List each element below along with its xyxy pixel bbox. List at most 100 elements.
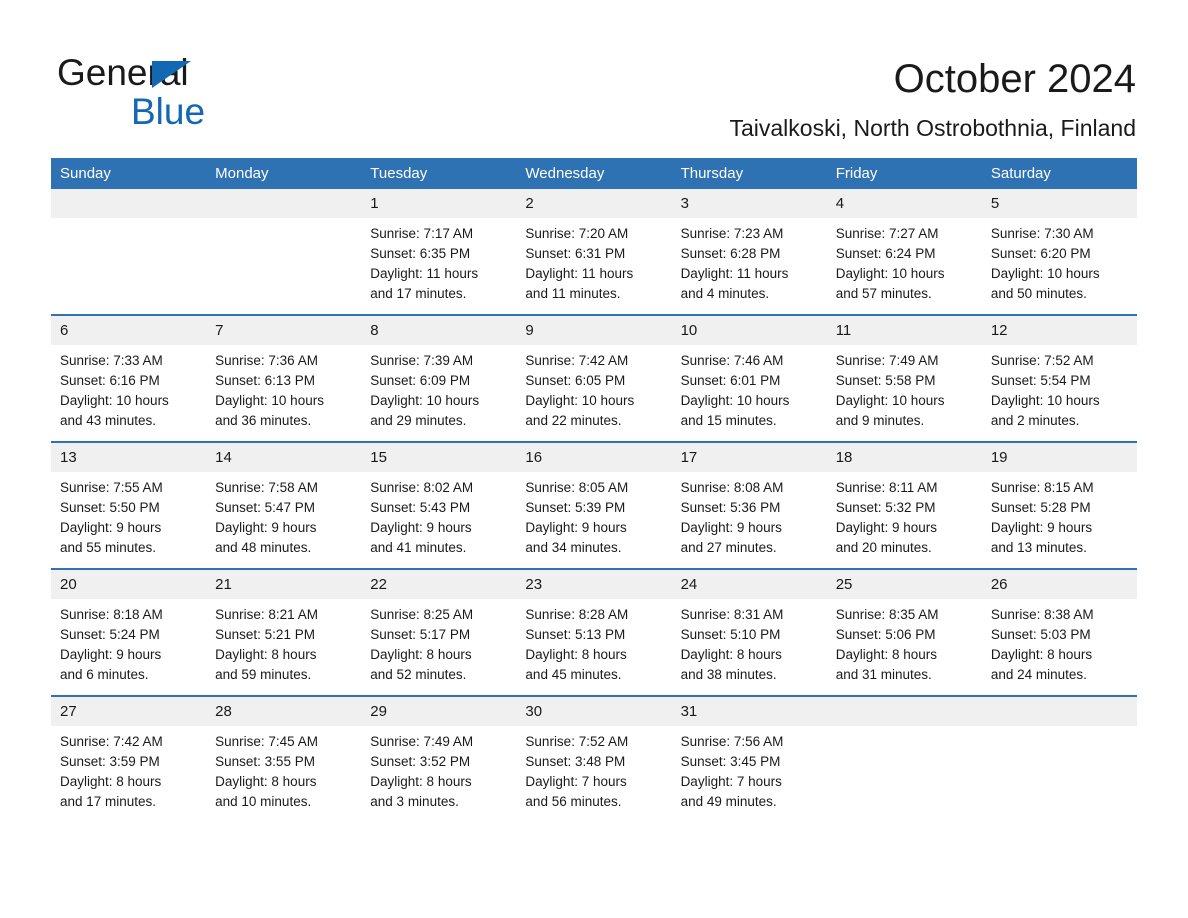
calendar-day-cell[interactable]: 29 Sunrise: 7:49 AM Sunset: 3:52 PM Dayligh…	[361, 695, 517, 822]
day-number: 18	[826, 443, 982, 472]
day-info-line: Daylight: 11 hours	[370, 266, 479, 281]
calendar-day-cell[interactable]: 1 Sunrise: 7:17 AM Sunset: 6:35 PM Daylight…	[361, 189, 517, 315]
day-number: 1	[361, 189, 517, 218]
day-info-line: Sunrise: 7:52 AM	[525, 734, 629, 749]
day-info-line: and 59 minutes.	[215, 667, 312, 682]
day-info-line: Sunrise: 7:36 AM	[215, 353, 318, 368]
day-info-line: Daylight: 9 hours	[60, 520, 162, 535]
day-info-line: and 31 minutes.	[835, 667, 932, 682]
calendar-day-cell[interactable]: 27 Sunrise: 7:42 AM Sunset: 3:59 PM Dayligh…	[51, 695, 207, 822]
calendar-day-cell[interactable]: 28 Sunrise: 7:45 AM Sunset: 3:55 PM Dayligh…	[206, 695, 362, 822]
day-number: 7	[206, 316, 362, 345]
day-info-line: and 6 minutes.	[60, 667, 149, 682]
calendar-day-cell[interactable]: 25 Sunrise: 8:35 AM Sunset: 5:06 PM Dayligh…	[826, 568, 982, 696]
calendar-day-cell[interactable]: 2 Sunrise: 7:20 AM Sunset: 6:31 PM Daylight…	[516, 189, 672, 315]
day-info-line: Sunset: 6:31 PM	[525, 246, 626, 261]
page-subtitle: Taivalkoski, North Ostrobothnia, Finland	[729, 115, 1136, 141]
day-info-line: Daylight: 8 hours	[835, 647, 938, 662]
logo-top-row: General	[57, 52, 357, 94]
day-info-line: Sunrise: 8:28 AM	[525, 607, 629, 622]
day-info-line: Daylight: 10 hours	[370, 393, 480, 408]
calendar-day-cell[interactable]: 6 Sunrise: 7:33 AM Sunset: 6:16 PM Daylight…	[51, 314, 207, 442]
day-sun-info: Sunrise: 7:45 AM Sunset: 3:55 PM Daylight:…	[206, 726, 361, 822]
calendar-day-cell[interactable]: 3 Sunrise: 7:23 AM Sunset: 6:28 PM Daylight…	[671, 189, 827, 315]
day-number: 13	[51, 443, 207, 472]
calendar-day-cell[interactable]: 8 Sunrise: 7:39 AM Sunset: 6:09 PM Daylight…	[361, 314, 517, 442]
calendar-day-cell[interactable]: 5 Sunrise: 7:30 AM Sunset: 6:20 PM Daylight…	[981, 189, 1137, 315]
calendar-week-row: 13 Sunrise: 7:55 AM Sunset: 5:50 PM Dayligh…	[51, 441, 1137, 569]
day-number: 21	[206, 570, 362, 599]
calendar-day-cell[interactable]: 15 Sunrise: 8:02 AM Sunset: 5:43 PM Dayligh…	[361, 441, 517, 569]
day-info-line: and 34 minutes.	[525, 540, 622, 555]
day-number: 31	[671, 697, 827, 726]
calendar-day-cell[interactable]: 20 Sunrise: 8:18 AM Sunset: 5:24 PM Dayligh…	[51, 568, 207, 696]
calendar-day-cell[interactable]: 16 Sunrise: 8:05 AM Sunset: 5:39 PM Dayligh…	[516, 441, 672, 569]
day-info-line: Daylight: 9 hours	[215, 520, 317, 535]
day-info-line: Sunset: 6:20 PM	[990, 246, 1091, 261]
calendar-day-cell[interactable]: 13 Sunrise: 7:55 AM Sunset: 5:50 PM Dayligh…	[51, 441, 207, 569]
calendar-day-cell[interactable]: 10 Sunrise: 7:46 AM Sunset: 6:01 PM Dayligh…	[671, 314, 827, 442]
day-sun-info: Sunrise: 7:58 AM Sunset: 5:47 PM Daylight:…	[206, 472, 361, 568]
logo-general-blue[interactable]: General Blue	[57, 52, 357, 134]
day-info-line: Sunset: 3:48 PM	[525, 754, 626, 769]
day-info-line: Sunset: 6:05 PM	[525, 373, 626, 388]
day-sun-info: Sunrise: 8:35 AM Sunset: 5:06 PM Daylight:…	[827, 599, 982, 695]
calendar-day-cell[interactable]: 26 Sunrise: 8:38 AM Sunset: 5:03 PM Dayligh…	[981, 568, 1137, 696]
day-sun-info: Sunrise: 7:20 AM Sunset: 6:31 PM Daylight:…	[516, 218, 671, 314]
day-sun-info: Sunrise: 7:49 AM Sunset: 3:52 PM Daylight:…	[361, 726, 516, 822]
day-info-line: and 4 minutes.	[680, 286, 770, 301]
day-sun-info: Sunrise: 7:17 AM Sunset: 6:35 PM Daylight:…	[361, 218, 516, 314]
day-number: 16	[516, 443, 672, 472]
calendar-day-cell[interactable]: 4 Sunrise: 7:27 AM Sunset: 6:24 PM Daylight…	[826, 189, 982, 315]
day-info-line: Daylight: 10 hours	[60, 393, 169, 408]
calendar-day-cell[interactable]: 23 Sunrise: 8:28 AM Sunset: 5:13 PM Dayligh…	[516, 568, 672, 696]
day-info-line: Sunset: 3:59 PM	[60, 754, 160, 769]
day-info-line: Sunrise: 7:23 AM	[680, 226, 784, 241]
calendar-week-row: 1 Sunrise: 7:17 AM Sunset: 6:35 PM Daylight…	[51, 189, 1137, 315]
day-info-line: Sunset: 5:13 PM	[525, 627, 626, 642]
calendar-head: Sunday Monday Tuesday Wednesday Thursday Frid…	[51, 158, 1137, 189]
calendar-day-cell[interactable]: 12 Sunrise: 7:52 AM Sunset: 5:54 PM Dayligh…	[981, 314, 1137, 442]
day-number: 30	[516, 697, 672, 726]
calendar-day-cell[interactable]: 24 Sunrise: 8:31 AM Sunset: 5:10 PM Dayligh…	[671, 568, 827, 696]
calendar-day-cell[interactable]: 30 Sunrise: 7:52 AM Sunset: 3:48 PM Dayligh…	[516, 695, 672, 822]
calendar-day-cell[interactable]: 22 Sunrise: 8:25 AM Sunset: 5:17 PM Dayligh…	[361, 568, 517, 696]
calendar-day-cell[interactable]: 14 Sunrise: 7:58 AM Sunset: 5:47 PM Dayligh…	[206, 441, 362, 569]
day-info-line: Daylight: 10 hours	[835, 393, 945, 408]
day-info-line: Sunset: 5:36 PM	[680, 500, 781, 515]
day-info-line: Sunrise: 7:58 AM	[215, 480, 318, 495]
calendar-day-cell[interactable]: 19 Sunrise: 8:15 AM Sunset: 5:28 PM Dayligh…	[981, 441, 1137, 569]
day-number	[206, 189, 362, 218]
day-number: 19	[981, 443, 1137, 472]
calendar-table: Sunday Monday Tuesday Wednesday Thursday Frid…	[51, 158, 1137, 822]
day-number: 17	[671, 443, 827, 472]
day-info-line: Daylight: 11 hours	[680, 266, 789, 281]
day-number	[981, 697, 1137, 726]
day-info-line: and 15 minutes.	[680, 413, 777, 428]
day-sun-info: Sunrise: 8:31 AM Sunset: 5:10 PM Daylight:…	[672, 599, 827, 695]
day-info-line: Sunset: 3:55 PM	[215, 754, 315, 769]
day-info-line: Daylight: 8 hours	[990, 647, 1093, 662]
calendar-day-cell[interactable]: 11 Sunrise: 7:49 AM Sunset: 5:58 PM Dayligh…	[826, 314, 982, 442]
calendar-cell-empty	[51, 189, 207, 315]
calendar-day-cell[interactable]: 18 Sunrise: 8:11 AM Sunset: 5:32 PM Dayligh…	[826, 441, 982, 569]
calendar-day-cell[interactable]: 9 Sunrise: 7:42 AM Sunset: 6:05 PM Daylight…	[516, 314, 672, 442]
day-info-line: Daylight: 11 hours	[525, 266, 634, 281]
day-sun-info: Sunrise: 7:42 AM Sunset: 3:59 PM Daylight:…	[51, 726, 206, 822]
day-info-line: and 36 minutes.	[215, 413, 312, 428]
calendar-week-row: 27 Sunrise: 7:42 AM Sunset: 3:59 PM Dayligh…	[51, 695, 1137, 822]
calendar-day-cell[interactable]: 7 Sunrise: 7:36 AM Sunset: 6:13 PM Daylight…	[206, 314, 362, 442]
day-number: 9	[516, 316, 672, 345]
day-info-line: Sunrise: 7:20 AM	[525, 226, 629, 241]
calendar-day-cell[interactable]: 17 Sunrise: 8:08 AM Sunset: 5:36 PM Dayligh…	[671, 441, 827, 569]
day-info-line: Sunrise: 8:21 AM	[215, 607, 318, 622]
calendar-day-cell[interactable]: 31 Sunrise: 7:56 AM Sunset: 3:45 PM Dayligh…	[671, 695, 827, 822]
day-info-line: and 24 minutes.	[990, 667, 1087, 682]
day-number: 27	[51, 697, 207, 726]
calendar-day-cell[interactable]: 21 Sunrise: 8:21 AM Sunset: 5:21 PM Dayligh…	[206, 568, 362, 696]
logo-triangle-icon	[152, 61, 191, 88]
day-sun-info: Sunrise: 7:46 AM Sunset: 6:01 PM Daylight:…	[672, 345, 827, 441]
day-number: 5	[981, 189, 1137, 218]
day-info-line: and 50 minutes.	[990, 286, 1087, 301]
day-sun-info: Sunrise: 8:15 AM Sunset: 5:28 PM Daylight:…	[982, 472, 1137, 568]
